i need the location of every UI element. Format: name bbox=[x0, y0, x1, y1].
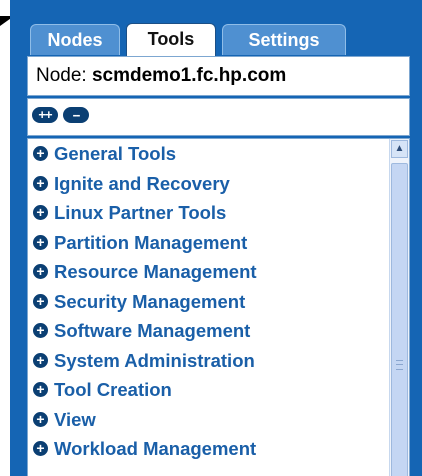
vertical-scrollbar[interactable]: ▲ bbox=[389, 139, 409, 476]
tree-item-view[interactable]: + View bbox=[28, 405, 409, 435]
plus-icon: + bbox=[33, 323, 48, 338]
tab-settings[interactable]: Settings bbox=[222, 24, 346, 55]
node-info: Node: scmdemo1.fc.hp.com bbox=[27, 56, 410, 96]
plus-icon: + bbox=[33, 234, 48, 250]
plus-icon: + bbox=[33, 175, 48, 191]
node-label: Node: bbox=[36, 65, 87, 86]
plus-icon: + bbox=[33, 264, 48, 279]
plus-icon: + bbox=[33, 352, 48, 368]
scrollbar-thumb[interactable] bbox=[391, 163, 408, 476]
tab-nodes[interactable]: Nodes bbox=[30, 24, 120, 55]
tree-item-partition-management[interactable]: + Partition Management bbox=[28, 228, 409, 258]
plus-icon: + bbox=[33, 293, 48, 309]
tree-item-label: View bbox=[54, 408, 96, 430]
node-name: scmdemo1.fc.hp.com bbox=[91, 65, 287, 86]
expand-all-button[interactable]: ++ bbox=[32, 107, 58, 123]
tree-item-label: Partition Management bbox=[54, 231, 248, 253]
tab-tools[interactable]: Tools bbox=[126, 23, 216, 56]
tool-list: + General Tools + Ignite and Recovery + Lin… bbox=[28, 139, 409, 464]
tree-item-label: Tool Creation bbox=[54, 379, 172, 400]
plus-icon: + bbox=[33, 146, 48, 161]
tree-item-label: General Tools bbox=[54, 143, 176, 164]
tree-controls: ++ -- bbox=[27, 98, 410, 136]
tools-panel: Nodes Tools Settings Node: scmdemo1.fc.h… bbox=[10, 0, 422, 476]
tree-item-label: Workload Management bbox=[54, 438, 257, 459]
plus-icon: + bbox=[33, 205, 48, 220]
plus-icon: + bbox=[33, 382, 48, 397]
tree-item-software-management[interactable]: + Software Management bbox=[28, 316, 409, 346]
plus-icon: + bbox=[33, 411, 48, 427]
tree-item-system-administration[interactable]: + System Administration bbox=[28, 346, 409, 376]
tree-item-resource-management[interactable]: + Resource Management bbox=[28, 257, 409, 287]
tree-item-tool-creation[interactable]: + Tool Creation bbox=[28, 375, 409, 405]
tree-item-label: Software Management bbox=[54, 320, 251, 341]
tree-item-security-management[interactable]: + Security Management bbox=[28, 287, 409, 317]
tool-tree: + General Tools + Ignite and Recovery + Lin… bbox=[27, 138, 410, 476]
tree-item-general-tools[interactable]: + General Tools bbox=[28, 139, 409, 169]
collapse-all-button[interactable]: -- bbox=[63, 107, 89, 123]
grip-icon bbox=[396, 360, 403, 370]
tree-item-label: Linux Partner Tools bbox=[54, 202, 227, 223]
tree-item-workload-management[interactable]: + Workload Management bbox=[28, 434, 409, 464]
tree-item-linux-partner-tools[interactable]: + Linux Partner Tools bbox=[28, 198, 409, 228]
scroll-up-arrow-icon[interactable]: ▲ bbox=[391, 140, 408, 158]
tree-item-label: Ignite and Recovery bbox=[54, 172, 230, 194]
tree-item-label: Resource Management bbox=[54, 261, 257, 282]
tree-item-label: System Administration bbox=[54, 349, 255, 371]
tree-item-label: Security Management bbox=[54, 290, 246, 312]
plus-icon: + bbox=[33, 441, 48, 456]
tree-item-ignite-and-recovery[interactable]: + Ignite and Recovery bbox=[28, 169, 409, 199]
